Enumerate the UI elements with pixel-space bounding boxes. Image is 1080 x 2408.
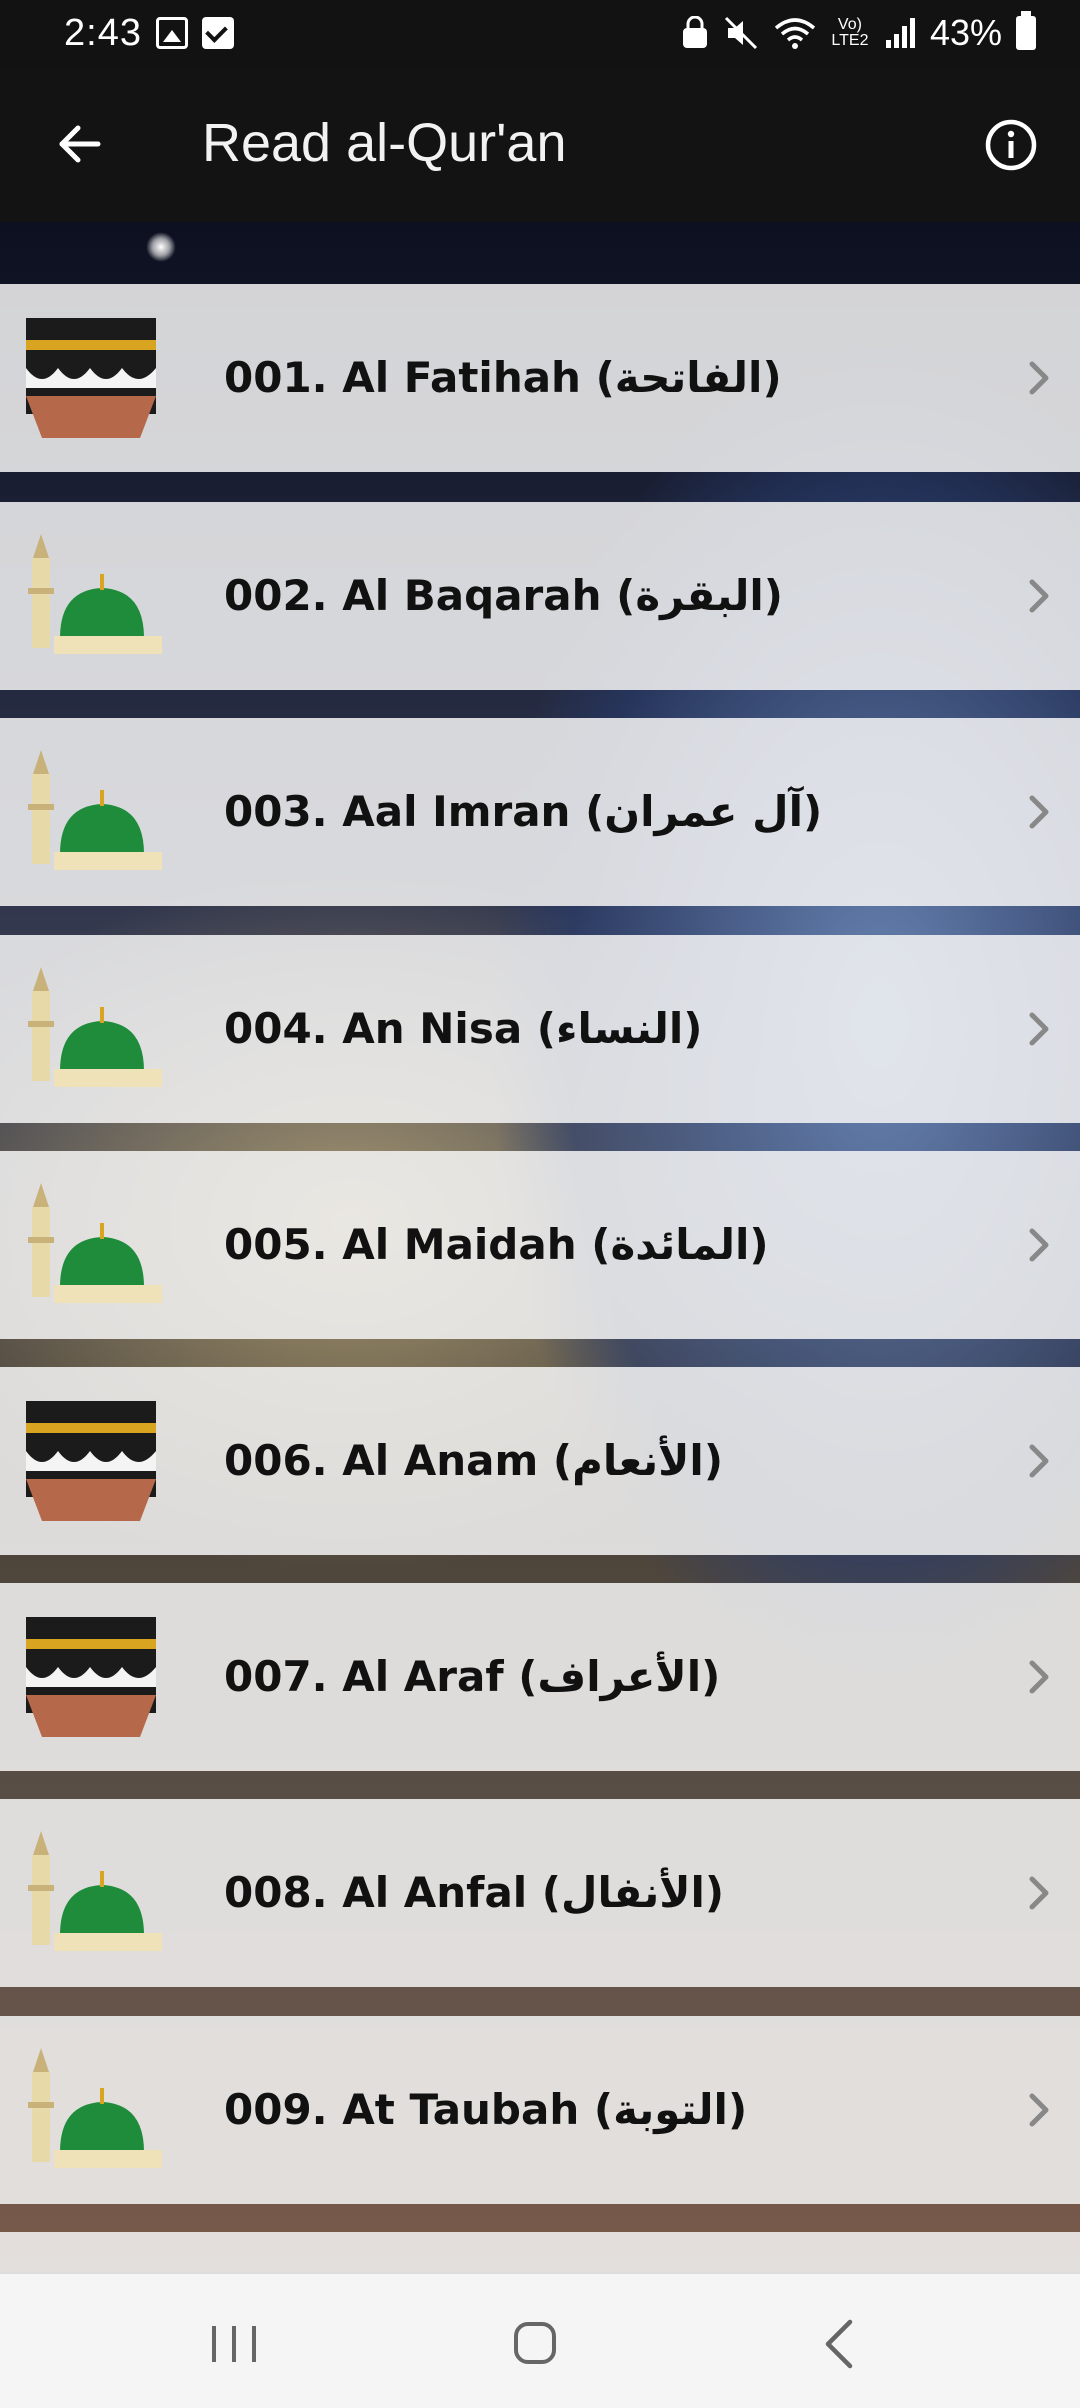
- chevron-right-icon: [1029, 1228, 1049, 1262]
- back-arrow-icon[interactable]: [50, 114, 110, 174]
- green-dome-mosque-icon: [28, 1831, 162, 1951]
- surah-label: 009. At Taubah (التوبة): [224, 2085, 748, 2134]
- star-glow: [146, 232, 176, 262]
- surah-item[interactable]: 001. Al Fatihah (الفاتحة): [0, 284, 1080, 472]
- nav-back-icon[interactable]: [822, 2318, 856, 2370]
- system-nav-bar: [0, 2272, 1080, 2408]
- chevron-right-icon: [1029, 1876, 1049, 1910]
- surah-label: 002. Al Baqarah (البقرة): [224, 571, 783, 620]
- home-icon[interactable]: [512, 2320, 558, 2366]
- battery-icon: [1016, 11, 1036, 50]
- surah-item[interactable]: 009. At Taubah (التوبة): [0, 2016, 1080, 2204]
- chevron-right-icon: [1029, 1660, 1049, 1694]
- chevron-right-icon: [1029, 795, 1049, 829]
- surah-label: 001. Al Fatihah (الفاتحة): [224, 353, 782, 402]
- task-notification-icon: [201, 17, 234, 49]
- surah-label: 003. Aal Imran (آل عمران): [224, 787, 823, 836]
- wifi-icon: [774, 18, 816, 49]
- surah-item[interactable]: 008. Al Anfal (الأنفال): [0, 1799, 1080, 1987]
- green-dome-mosque-icon: [28, 967, 162, 1087]
- surah-item[interactable]: 002. Al Baqarah (البقرة): [0, 502, 1080, 690]
- status-bar: 2:43 Vo) LTE2 43%: [0, 0, 1080, 66]
- mute-icon: [724, 16, 757, 50]
- chevron-right-icon: [1029, 1012, 1049, 1046]
- green-dome-mosque-icon: [28, 750, 162, 870]
- kaaba-icon: [26, 318, 156, 438]
- green-dome-mosque-icon: [28, 1183, 162, 1303]
- surah-label: 006. Al Anam (الأنعام): [224, 1436, 724, 1485]
- kaaba-icon: [26, 1617, 156, 1737]
- green-dome-mosque-icon: [28, 534, 162, 654]
- chevron-right-icon: [1029, 2093, 1049, 2127]
- surah-item[interactable]: 007. Al Araf (الأعراف): [0, 1583, 1080, 1771]
- chevron-right-icon: [1029, 361, 1049, 395]
- page-title: Read al-Qur'an: [202, 113, 567, 173]
- battery-percent: 43%: [929, 12, 1002, 53]
- app-bar: Read al-Qur'an: [0, 66, 1080, 222]
- chevron-right-icon: [1029, 579, 1049, 613]
- info-icon[interactable]: [984, 118, 1038, 172]
- surah-label: 005. Al Maidah (المائدة): [224, 1220, 769, 1269]
- surah-item[interactable]: 005. Al Maidah (المائدة): [0, 1151, 1080, 1339]
- surah-label: 008. Al Anfal (الأنفال): [224, 1868, 725, 1917]
- network-type-label: Vo) LTE2: [831, 16, 869, 49]
- surah-item[interactable]: 004. An Nisa (النساء): [0, 935, 1080, 1123]
- surah-item[interactable]: 006. Al Anam (الأنعام): [0, 1367, 1080, 1555]
- surah-item[interactable]: 003. Aal Imran (آل عمران): [0, 718, 1080, 906]
- chevron-right-icon: [1029, 1444, 1049, 1478]
- surah-item-partial[interactable]: [0, 2232, 1080, 2272]
- signal-icon: [885, 18, 915, 48]
- recent-apps-icon[interactable]: [206, 2322, 262, 2366]
- status-time: 2:43: [64, 11, 142, 54]
- green-dome-mosque-icon: [28, 2048, 162, 2168]
- gallery-notification-icon: [155, 17, 188, 49]
- kaaba-icon: [26, 1401, 156, 1521]
- alarm-lock-icon: [682, 16, 707, 48]
- surah-label: 007. Al Araf (الأعراف): [224, 1652, 721, 1701]
- surah-label: 004. An Nisa (النساء): [224, 1004, 703, 1053]
